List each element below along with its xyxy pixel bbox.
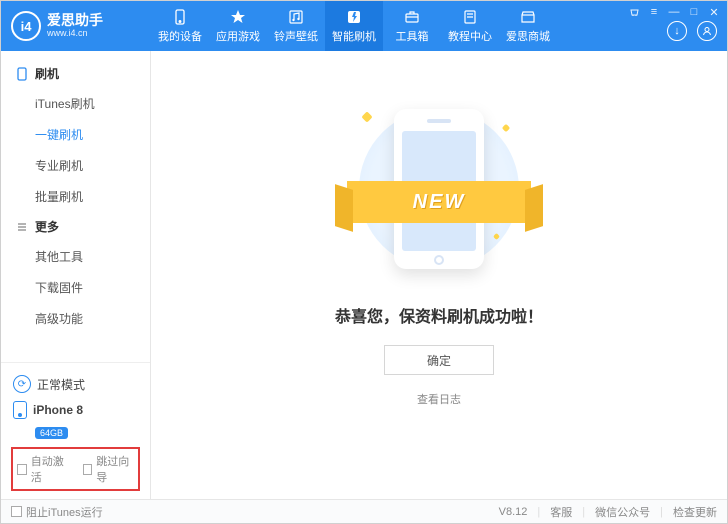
tab-store[interactable]: 爱思商城 [499, 1, 557, 51]
title-bar: i4 爱思助手 www.i4.cn 我的设备 应用游戏 铃声壁纸 智能刷机 [1, 1, 727, 51]
flash-icon [345, 8, 363, 26]
device-name: iPhone 8 [33, 403, 83, 417]
toolbox-icon [403, 8, 421, 26]
options-highlight: 自动激活 跳过向导 [11, 447, 140, 491]
phone-outline-icon [15, 67, 29, 81]
store-icon [519, 8, 537, 26]
sidebar-item-oneclick-flash[interactable]: 一键刷机 [1, 119, 150, 150]
sidebar-group-more[interactable]: 更多 [1, 212, 150, 241]
sidebar-item-other-tools[interactable]: 其他工具 [1, 241, 150, 272]
storage-badge: 64GB [35, 427, 68, 439]
book-icon [461, 8, 479, 26]
music-icon [287, 8, 305, 26]
sidebar-item-pro-flash[interactable]: 专业刷机 [1, 150, 150, 181]
menu-button[interactable]: ≡ [647, 5, 661, 19]
checkbox-icon [83, 464, 93, 475]
checkbox-auto-activate[interactable]: 自动激活 [17, 453, 69, 485]
footer-link-update[interactable]: 检查更新 [673, 504, 717, 520]
minimize-button[interactable]: — [667, 5, 681, 19]
new-ribbon: NEW [347, 181, 531, 223]
tab-toolbox[interactable]: 工具箱 [383, 1, 441, 51]
checkbox-block-itunes[interactable]: 阻止iTunes运行 [11, 504, 103, 520]
sidebar-item-advanced[interactable]: 高级功能 [1, 303, 150, 334]
checkbox-skip-guide[interactable]: 跳过向导 [83, 453, 135, 485]
maximize-button[interactable]: □ [687, 5, 701, 19]
tab-apps[interactable]: 应用游戏 [209, 1, 267, 51]
sidebar-group-flash[interactable]: 刷机 [1, 59, 150, 88]
brand-logo-icon: i4 [11, 11, 41, 41]
user-button[interactable] [697, 21, 717, 41]
more-icon [15, 220, 29, 234]
apps-icon [229, 8, 247, 26]
refresh-icon: ⟳ [13, 375, 31, 393]
sidebar-item-download-firmware[interactable]: 下载固件 [1, 272, 150, 303]
tab-my-device[interactable]: 我的设备 [151, 1, 209, 51]
tab-ringtone-wallpaper[interactable]: 铃声壁纸 [267, 1, 325, 51]
brand: i4 爱思助手 www.i4.cn [1, 11, 151, 41]
device-mode[interactable]: ⟳ 正常模式 [11, 371, 140, 397]
footer-link-support[interactable]: 客服 [550, 504, 572, 520]
phone-icon [13, 401, 27, 419]
download-button[interactable]: ↓ [667, 21, 687, 41]
main-tabs: 我的设备 应用游戏 铃声壁纸 智能刷机 工具箱 教程中心 [151, 1, 667, 51]
device-icon [171, 8, 189, 26]
brand-name: 爱思助手 [47, 13, 103, 28]
brand-url: www.i4.cn [47, 29, 103, 39]
ok-button[interactable]: 确定 [384, 345, 494, 375]
sidebar-bottom: ⟳ 正常模式 iPhone 8 64GB 自动激活 [1, 362, 150, 499]
close-button[interactable]: ✕ [707, 5, 721, 19]
sidebar: 刷机 iTunes刷机 一键刷机 专业刷机 批量刷机 更多 其他工具 下载固件 … [1, 51, 151, 499]
sidebar-item-itunes-flash[interactable]: iTunes刷机 [1, 88, 150, 119]
footer-link-wechat[interactable]: 微信公众号 [595, 504, 650, 520]
view-log-link[interactable]: 查看日志 [417, 391, 461, 407]
main-content: NEW 恭喜您，保资料刷机成功啦！ 确定 查看日志 [151, 51, 727, 499]
status-bar: 阻止iTunes运行 V8.12 | 客服 | 微信公众号 | 检查更新 [1, 499, 727, 523]
checkbox-icon [11, 506, 22, 517]
tab-smart-flash[interactable]: 智能刷机 [325, 1, 383, 51]
version-label: V8.12 [499, 506, 528, 518]
shop-icon[interactable] [627, 5, 641, 19]
sidebar-item-batch-flash[interactable]: 批量刷机 [1, 181, 150, 212]
window-controls: ≡ — □ ✕ [627, 5, 721, 19]
tab-tutorials[interactable]: 教程中心 [441, 1, 499, 51]
app-window: i4 爱思助手 www.i4.cn 我的设备 应用游戏 铃声壁纸 智能刷机 [0, 0, 728, 524]
device-info[interactable]: iPhone 8 [11, 397, 140, 423]
checkbox-icon [17, 464, 27, 475]
success-illustration: NEW [329, 99, 549, 279]
success-message: 恭喜您，保资料刷机成功啦！ [335, 303, 543, 327]
